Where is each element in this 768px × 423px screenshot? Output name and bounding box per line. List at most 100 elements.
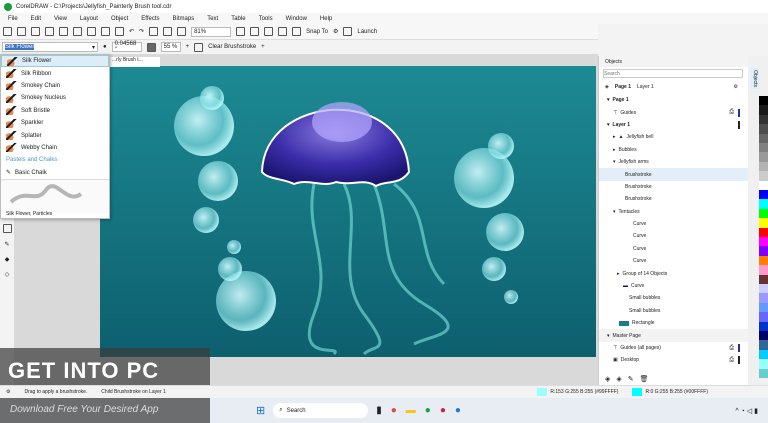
color-swatch[interactable] [759,359,768,369]
tree-row[interactable]: ▾ Master Page [599,329,748,342]
color-swatch[interactable] [759,208,768,219]
tree-row[interactable]: ▸ ▲ Jellyfish bell [599,131,748,143]
brush-option[interactable]: Silk Ribbon [1,67,109,79]
settings-gear-icon[interactable]: ⚙ [734,84,738,90]
shape-icon[interactable] [194,42,204,52]
redo-icon[interactable]: ↷ [139,28,144,35]
launch-icon[interactable] [343,27,353,36]
options-gear-icon[interactable]: ⚙ [333,28,338,35]
color-swatch[interactable] [759,190,768,200]
color-swatch[interactable] [759,265,768,275]
brush-select[interactable]: Silk Flower ▾ [2,42,98,52]
cut-icon[interactable] [87,27,96,36]
color-swatch[interactable] [759,321,768,331]
menu-effects[interactable]: Effects [141,16,159,22]
undo-icon[interactable]: ↶ [129,28,134,35]
save-icon[interactable] [31,27,40,36]
tree-row[interactable]: ▸ Group of 14 Objects [599,267,748,279]
color-swatch[interactable] [759,171,768,181]
menu-tools[interactable]: Tools [259,16,273,22]
menu-edit[interactable]: Edit [31,16,41,22]
menu-table[interactable]: Table [231,16,245,22]
delete-icon[interactable]: 🗑 [640,375,649,383]
import-icon[interactable] [149,27,159,36]
color-swatch[interactable] [759,133,768,143]
tree-row[interactable]: ▸ Bubbles [599,144,748,156]
color-swatch[interactable] [759,105,768,115]
brush-option[interactable]: ✎ Basic Chalk [1,167,109,179]
publish-pdf-icon[interactable] [177,27,187,36]
add-icon[interactable]: + [261,44,265,50]
print-icon[interactable] [73,27,82,36]
tree-row[interactable]: Brushstroke [599,168,748,181]
interactive-fill-icon[interactable]: ◇ [5,271,10,278]
opacity-input[interactable]: 55 % [160,42,181,52]
grid-icon[interactable] [264,27,274,36]
move-icon[interactable]: ✎ [628,375,634,383]
color-swatch[interactable] [759,237,768,247]
tree-row[interactable]: ▾ Jellyfish arms [599,156,748,168]
tree-row[interactable]: Curve [599,243,748,255]
menu-help[interactable]: Help [320,16,332,22]
windows-start-icon[interactable]: ⊞ [256,404,265,417]
color-swatch[interactable] [759,246,768,256]
color-swatch[interactable] [759,312,768,322]
objects-search-input[interactable] [603,69,743,78]
tree-row[interactable]: Small bubbles [599,292,748,304]
brush-option[interactable]: Splatter [1,129,109,141]
brush-size-input[interactable]: 0.04568 " [111,41,142,53]
outline-indicator[interactable]: R:0 G:255 B:255 (#00FFFF) [632,388,708,396]
document-tab[interactable]: ...rly Brush t... [110,57,160,67]
rulers-icon[interactable] [250,27,260,36]
tree-row[interactable]: ⊤ Guides ⎙ [599,106,748,118]
chrome-icon[interactable]: ● [391,405,397,416]
tree-row[interactable]: Brushstroke [599,181,748,193]
tree-row[interactable]: ▣ Desktop ⎙ [599,354,748,366]
menu-layout[interactable]: Layout [80,16,98,22]
tree-row[interactable]: Small bubbles [599,305,748,317]
file-explorer-icon[interactable]: ▬ [406,405,416,416]
color-swatch[interactable] [759,255,768,266]
zoom-level-select[interactable]: 81% [191,26,232,37]
color-swatch[interactable] [759,368,768,378]
brush-option[interactable]: Smokey Nucleus [1,92,109,104]
menu-window[interactable]: Window [286,16,307,22]
tree-row[interactable]: ▾ Page 1 [599,94,748,106]
grid-tool-icon[interactable] [2,224,12,233]
color-swatch[interactable] [759,293,768,303]
color-swatch[interactable] [759,96,768,106]
full-screen-icon[interactable] [236,27,246,36]
color-swatch[interactable] [759,114,768,125]
system-tray-icons[interactable]: ^ ◔ ◁ ▮ [735,407,758,415]
brush-option[interactable]: Sparkler [1,117,109,129]
brush-option[interactable]: Soft Bristle [1,105,109,117]
brush-option[interactable]: Webby Chain [1,142,109,154]
coreldraw-icon[interactable]: ● [425,405,431,416]
new-document-icon[interactable] [3,27,12,36]
color-swatch[interactable] [759,331,768,341]
brush-option[interactable]: Silk Flower [1,55,109,68]
launch-dropdown[interactable]: Launch [357,29,377,35]
tree-row[interactable]: Curve [599,255,748,267]
fill-indicator[interactable]: R:153 G:255 B:255 (#99FFFF) [537,388,618,396]
color-swatch[interactable] [759,161,768,172]
color-swatch[interactable] [759,349,768,360]
app-icon[interactable]: ● [440,405,446,416]
color-swatch[interactable] [759,340,768,350]
tree-row[interactable]: ▾ Layer 1 [599,119,748,131]
print-icon[interactable]: ⎙ [729,357,734,364]
paste-icon[interactable] [115,27,124,36]
color-swatch[interactable] [759,302,768,313]
color-swatch[interactable] [759,152,768,162]
color-swatch[interactable] [759,199,768,209]
color-swatch[interactable] [759,143,768,153]
snap-to-dropdown[interactable]: Snap To [306,29,328,35]
app2-icon[interactable]: ● [455,405,461,416]
new-master-layer-icon[interactable]: ◈ [616,375,621,383]
export-icon[interactable] [163,27,173,36]
objects-side-tab[interactable]: Objects [751,68,759,89]
new-layer-icon[interactable]: ◈ [605,375,610,383]
tree-row[interactable]: Curve [599,218,748,230]
color-swatch[interactable] [759,274,768,284]
color-swatch[interactable] [759,124,768,134]
